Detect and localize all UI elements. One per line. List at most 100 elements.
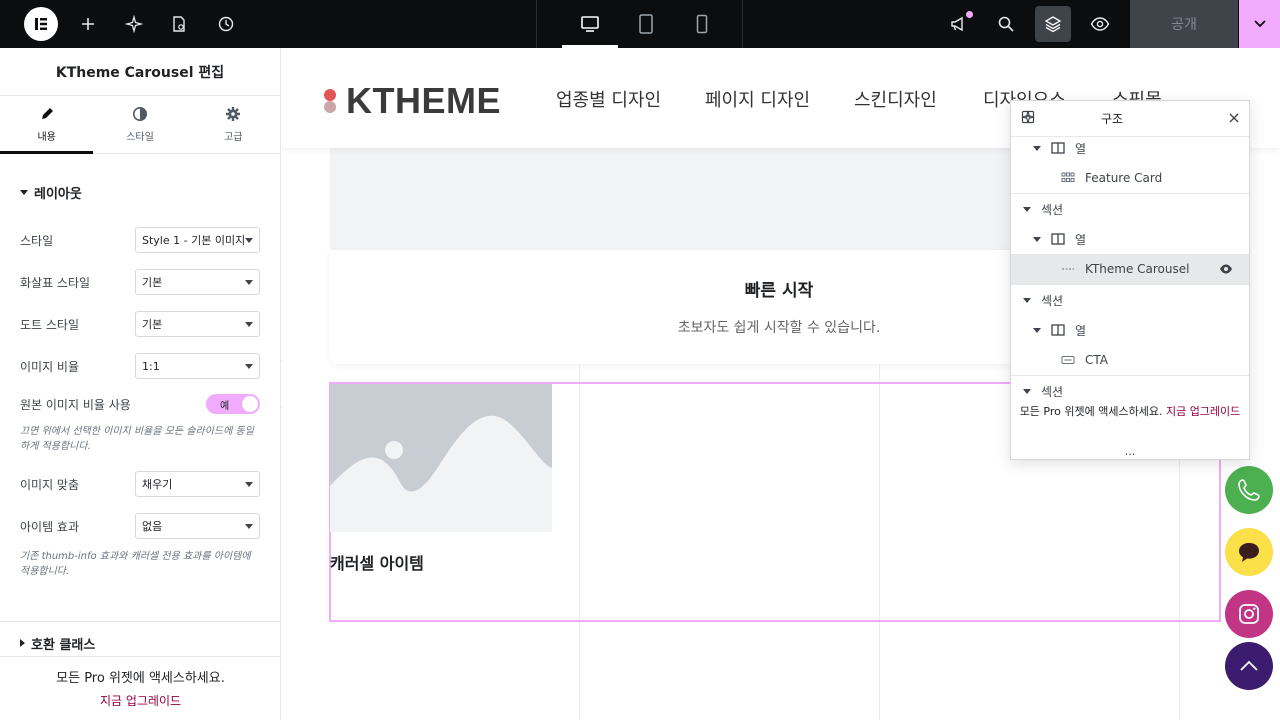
elementor-logo-icon[interactable] [24, 7, 58, 41]
control-style: 스타일 Style 1 - 기본 이미지 [20, 227, 260, 253]
pro-promo: 모든 Pro 위젯에 액세스하세요. 지금 업그레이드 [0, 656, 280, 720]
column-icon [1051, 142, 1065, 154]
close-icon[interactable] [1229, 112, 1239, 126]
publish-button[interactable]: 공개 [1130, 0, 1238, 48]
control-label: 아이템 효과 [20, 519, 80, 534]
tab-content-label: 내용 [37, 132, 56, 143]
logo-text: KTHEME [346, 80, 501, 121]
use-original-ratio-toggle[interactable]: 예 [206, 394, 260, 414]
scroll-to-top-chevron-up-icon[interactable] [1225, 642, 1273, 690]
control-arrow-style: 화살표 스타일 기본 [20, 269, 260, 295]
tree-item-label: 섹션 [1041, 293, 1064, 308]
caret-down-icon [1033, 236, 1041, 242]
control-image-fit: 이미지 맞춤 채우기 [20, 471, 260, 497]
structure-upgrade-link[interactable]: 지금 업그레이드 [1166, 405, 1240, 418]
select-value: 기본 [142, 276, 163, 289]
dropdown-arrow-icon [245, 364, 253, 369]
style-select[interactable]: Style 1 - 기본 이미지 [135, 227, 260, 253]
pro-promo-text: 모든 Pro 위젯에 액세스하세요. [56, 671, 225, 686]
mobile-view-icon[interactable] [674, 0, 730, 48]
ai-sparkle-icon[interactable] [1021, 110, 1035, 127]
select-value: 1:1 [142, 359, 160, 373]
tab-advanced[interactable]: 고급 [187, 96, 280, 153]
history-icon[interactable] [208, 6, 244, 42]
use-original-ratio-description: 끄면 위에서 선택한 이미지 비율을 모든 슬라이드에 동일하게 적용합니다. [20, 426, 254, 452]
tree-item-column[interactable]: 열 [1011, 133, 1249, 163]
logo-dots-icon [324, 89, 338, 113]
tree-item-label: 열 [1075, 232, 1087, 247]
site-logo[interactable]: KTHEME [324, 80, 501, 122]
upgrade-link[interactable]: 지금 업그레이드 [0, 692, 280, 709]
tree-item-widget[interactable]: Feature Card [1011, 163, 1249, 193]
tab-style[interactable]: 스타일 [93, 96, 186, 153]
tree-item-section[interactable]: 섹션 [1011, 376, 1249, 406]
caret-down-icon [1023, 297, 1031, 303]
section-layout-toggle[interactable]: 레이아웃 [0, 180, 280, 204]
caret-down-icon [1033, 145, 1041, 151]
item-effect-select[interactable]: 없음 [135, 513, 260, 539]
pencil-icon [41, 108, 53, 119]
page-settings-icon[interactable] [161, 6, 197, 42]
tree-item-label: Feature Card [1085, 171, 1163, 185]
tree-item-label: 열 [1075, 141, 1087, 156]
dropdown-arrow-icon [245, 280, 253, 285]
toggle-knob [242, 396, 258, 412]
dot-style-select[interactable]: 기본 [135, 311, 260, 337]
caret-down-icon [1023, 388, 1031, 394]
ai-sparkle-icon[interactable] [116, 6, 152, 42]
select-value: 없음 [142, 520, 163, 533]
tree-item-section[interactable]: 섹션 [1011, 194, 1249, 224]
arrow-style-select[interactable]: 기본 [135, 269, 260, 295]
carousel-item-title: 캐러셀 아이템 [330, 554, 424, 573]
section-compat-toggle[interactable]: 호환 클래스 [0, 631, 95, 655]
column-icon [1051, 324, 1065, 336]
control-label: 도트 스타일 [20, 317, 80, 332]
visibility-eye-icon[interactable] [1219, 263, 1233, 278]
tree-item-column[interactable]: 열 [1011, 315, 1249, 345]
instagram-icon[interactable] [1225, 590, 1273, 638]
image-ratio-select[interactable]: 1:1 [135, 353, 260, 379]
tree-item-widget-selected[interactable]: KTheme Carousel [1011, 254, 1249, 284]
carousel-widget-icon [1061, 263, 1075, 275]
tablet-view-icon[interactable] [618, 0, 674, 48]
tree-item-label: KTheme Carousel [1085, 262, 1190, 276]
control-label: 원본 이미지 비율 사용 [20, 397, 131, 412]
tab-style-label: 스타일 [126, 132, 154, 143]
topbar-divider [536, 0, 537, 48]
dropdown-arrow-icon [245, 322, 253, 327]
control-image-ratio: 이미지 비율 1:1 [20, 353, 260, 379]
tree-item-widget[interactable]: CTA [1011, 345, 1249, 375]
nav-item-industry-design[interactable]: 업종별 디자인 [556, 86, 661, 112]
notification-dot [966, 11, 973, 18]
feature-card-widget-icon [1061, 172, 1075, 184]
panel-title: KTheme Carousel 편집 [0, 48, 280, 96]
dropdown-arrow-icon [245, 482, 253, 487]
structure-layers-icon[interactable] [1035, 6, 1071, 42]
more-dots-icon[interactable]: ... [1011, 445, 1249, 458]
nav-item-skin-design[interactable]: 스킨디자인 [854, 86, 937, 112]
phone-call-icon[interactable] [1225, 466, 1273, 514]
tab-content[interactable]: 내용 [0, 96, 94, 154]
publish-options-chevron-down-icon[interactable] [1239, 0, 1280, 48]
panel-tabs: 내용 스타일 고급 [0, 96, 280, 154]
section-compat-title: 호환 클래스 [31, 637, 96, 653]
half-circle-icon [132, 107, 147, 121]
tree-item-column[interactable]: 열 [1011, 224, 1249, 254]
column-icon [1051, 233, 1065, 245]
select-value: Style 1 - 기본 이미지 [142, 234, 246, 247]
dropdown-arrow-icon [245, 524, 253, 529]
chat-bubble-icon[interactable] [1225, 528, 1273, 576]
search-icon[interactable] [988, 6, 1024, 42]
desktop-view-icon[interactable] [562, 0, 618, 48]
caret-down-icon [1033, 327, 1041, 333]
preview-eye-icon[interactable] [1082, 6, 1118, 42]
image-fit-select[interactable]: 채우기 [135, 471, 260, 497]
tree-item-label: 섹션 [1041, 384, 1064, 399]
control-dot-style: 도트 스타일 기본 [20, 311, 260, 337]
control-label: 스타일 [20, 233, 54, 248]
add-element-icon[interactable] [70, 6, 106, 42]
nav-item-page-design[interactable]: 페이지 디자인 [705, 86, 810, 112]
item-effect-description: 기존 thumb-info 효과와 캐러셀 전용 효과를 아이템에 적용합니다. [20, 551, 251, 577]
notifications-megaphone-icon[interactable] [940, 6, 976, 42]
tree-item-section[interactable]: 섹션 [1011, 285, 1249, 315]
